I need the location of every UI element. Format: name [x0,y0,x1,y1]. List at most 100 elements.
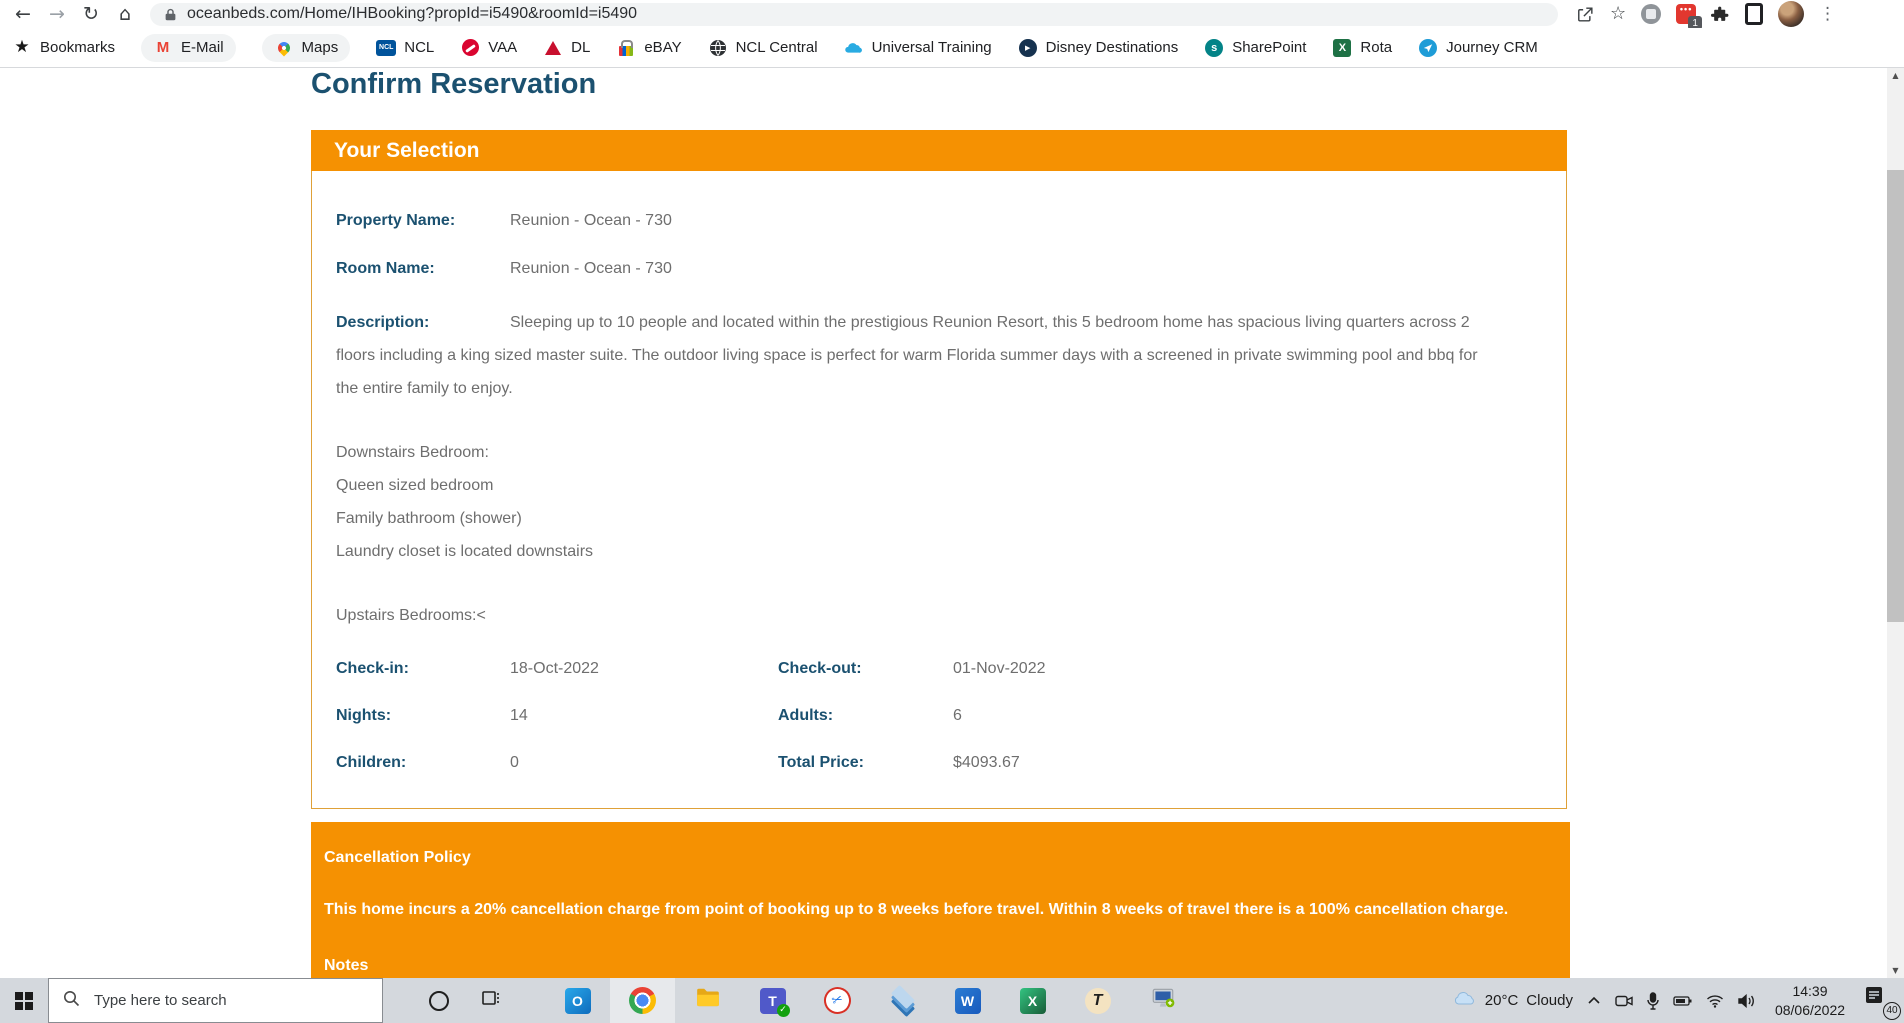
cortana-button[interactable] [413,978,465,1023]
bookmark-label: eBAY [644,39,682,56]
taskbar-app-chrome[interactable] [610,978,675,1023]
taskbar-app-layers[interactable] [870,978,935,1023]
bookmark-label: Universal Training [871,39,992,56]
your-selection-panel: Your Selection Property Name: Reunion - … [311,130,1567,809]
bookmark-bookmarks[interactable]: ★ Bookmarks [12,38,115,58]
taskbar-app-teams[interactable]: ✓ [740,978,805,1023]
summary-row: Check-in: 18-Oct-2022 Check-out: 01-Nov-… [336,659,1541,679]
star-icon: ★ [14,37,30,57]
field-value: Reunion - Ocean - 730 [510,260,672,277]
check-out-cell: Check-out: 01-Nov-2022 [778,659,1046,679]
taskbar-app-snipping-tool[interactable] [805,978,870,1023]
extensions-puzzle-icon[interactable] [1711,5,1730,24]
bookmark-vaa[interactable]: VAA [460,38,517,58]
bookmark-label: SharePoint [1232,39,1307,56]
taskbar-app-t[interactable] [1065,978,1130,1023]
bookmark-label: NCL Central [735,39,818,56]
bookmark-ncl-central[interactable]: NCL Central [708,38,818,58]
property-name-row: Property Name: Reunion - Ocean - 730 [336,211,1541,231]
volume-icon[interactable] [1737,993,1755,1008]
ebay-bag-icon [616,38,636,58]
microphone-icon[interactable] [1646,991,1660,1010]
scrollbar-down-icon[interactable]: ▼ [1887,966,1904,975]
back-icon[interactable]: ← [6,1,40,27]
bookmark-disney-destinations[interactable]: Disney Destinations [1018,38,1178,58]
browser-toolbar: ← → ↻ ⌂ oceanbeds.com/Home/IHBooking?pro… [0,0,1904,30]
taskbar-app-word[interactable] [935,978,1000,1023]
bookmark-journey-crm[interactable]: Journey CRM [1418,38,1538,58]
page-title: Confirm Reservation [311,68,597,100]
globe-icon [708,38,728,58]
taskbar-app-remote-desktop[interactable] [1130,978,1195,1023]
cortana-icon [429,990,449,1011]
field-label: Room Name: [336,260,435,277]
bookmark-ebay[interactable]: eBAY [616,38,682,58]
taskbar-clock[interactable]: 14:39 08/06/2022 [1768,982,1852,1018]
field-value: 6 [953,707,962,724]
file-explorer-icon [695,985,721,1016]
share-icon[interactable] [1576,5,1595,24]
field-value: Reunion - Ocean - 730 [510,212,672,229]
bookmark-ncl[interactable]: NCL [376,38,434,58]
bookmark-label: DL [571,39,591,56]
lock-icon [164,8,177,21]
detail-line: Downstairs Bedroom: [336,444,489,461]
sharepoint-icon [1204,38,1224,58]
detail-line: Family bathroom (shower) [336,510,522,527]
home-icon[interactable]: ⌂ [108,1,142,27]
bookmark-label: Rota [1360,39,1393,56]
screen: ← → ↻ ⌂ oceanbeds.com/Home/IHBooking?pro… [0,0,1904,1023]
menu-dots-icon[interactable]: ⋮ [1819,5,1836,23]
gmail-icon [153,38,173,58]
bookmark-email[interactable]: E-Mail [141,33,236,62]
taskbar-app-excel[interactable] [1000,978,1065,1023]
bookmark-dl[interactable]: DL [543,38,590,58]
bookmark-sharepoint[interactable]: SharePoint [1204,38,1306,58]
taskbar-app-explorer[interactable] [675,978,740,1023]
outlook-icon [564,987,591,1014]
weather-widget[interactable]: 20°C Cloudy [1453,990,1573,1011]
taskbar-app-outlook[interactable] [545,978,610,1023]
weather-temp: 20°C [1484,992,1519,1009]
extension-icon-1[interactable] [1641,4,1662,24]
meet-now-camera-icon[interactable] [1615,994,1633,1008]
start-button[interactable] [0,978,48,1023]
t-app-icon [1084,987,1111,1014]
detail-line: Upstairs Bedrooms:< [336,607,486,624]
vertical-scrollbar[interactable]: ▲ ▼ [1887,68,1904,978]
clock-date: 08/06/2022 [1774,1001,1846,1018]
notification-badge: 40 [1883,1001,1901,1020]
battery-icon[interactable] [1673,995,1693,1007]
tray-chevron-icon[interactable] [1586,993,1602,1009]
bookmark-maps[interactable]: Maps [261,33,351,62]
scrollbar-thumb[interactable] [1887,170,1904,622]
clock-time: 14:39 [1792,983,1828,1000]
bookmark-universal-training[interactable]: Universal Training [844,38,992,58]
address-bar[interactable]: oceanbeds.com/Home/IHBooking?propId=i549… [150,2,1558,26]
bookmark-label: VAA [488,39,518,56]
profile-avatar[interactable] [1778,1,1805,27]
booking-summary-grid: Check-in: 18-Oct-2022 Check-out: 01-Nov-… [336,659,1541,773]
total-price-cell: Total Price: $4093.67 [778,753,1020,773]
bookmark-label: Bookmarks [40,39,116,56]
bookmark-star-icon[interactable]: ☆ [1610,5,1626,23]
action-center-button[interactable]: 40 [1865,984,1901,1020]
refresh-icon[interactable]: ↻ [74,1,108,27]
extension-icon-2[interactable]: ••• 1 [1676,4,1703,30]
task-view-button[interactable] [465,978,517,1023]
sidebar-icon[interactable] [1745,3,1764,25]
notes-title: Notes [324,957,369,974]
bookmark-rota[interactable]: Rota [1332,38,1392,58]
scrollbar-up-icon[interactable]: ▲ [1887,71,1904,80]
excel-icon [1332,38,1352,58]
paper-plane-icon [1418,38,1438,58]
forward-icon[interactable]: → [40,1,74,27]
panel-title: Your Selection [334,138,480,162]
search-input[interactable] [92,991,346,1010]
panel-body: Property Name: Reunion - Ocean - 730 Roo… [311,171,1567,809]
bookmark-label: Journey CRM [1446,39,1538,56]
field-label: Property Name: [336,212,456,229]
taskbar-search[interactable] [48,978,383,1023]
nights-cell: Nights: 14 [336,706,778,726]
wifi-icon[interactable] [1706,994,1724,1008]
